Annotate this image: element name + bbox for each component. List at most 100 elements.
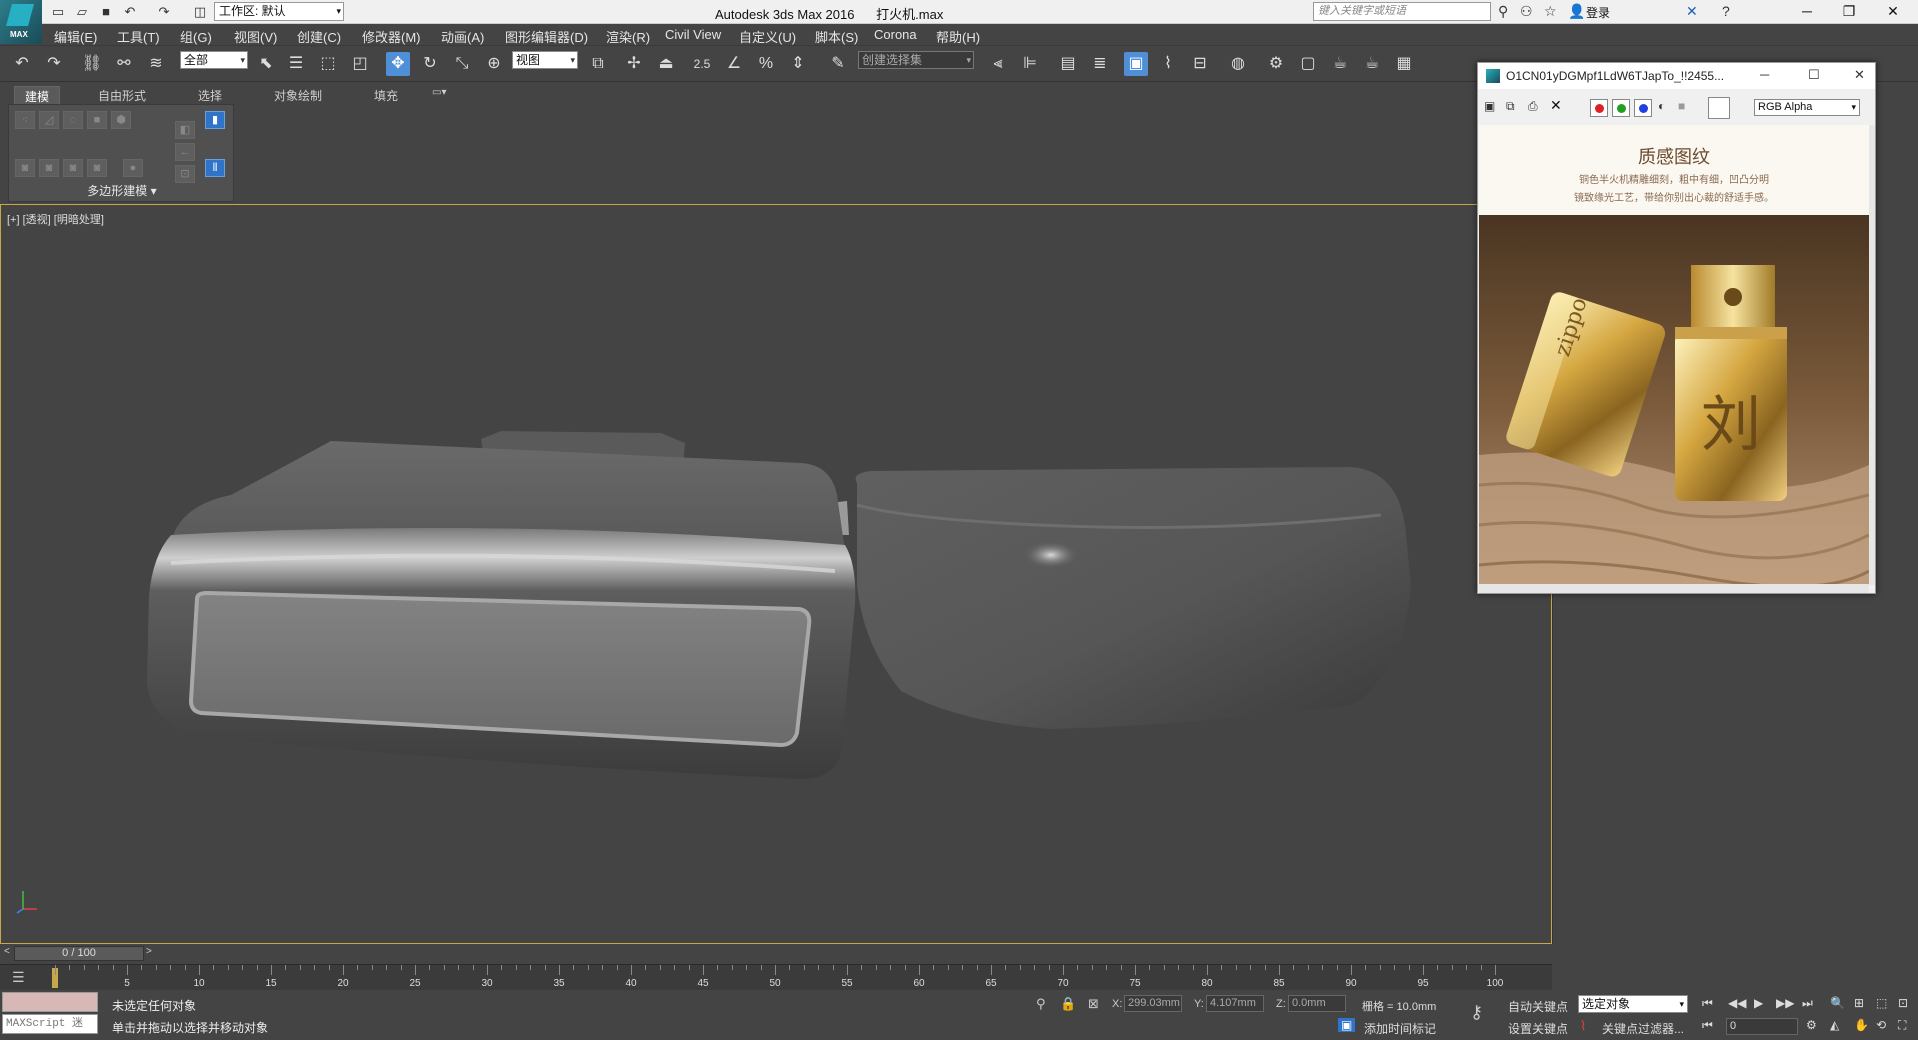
time-slider-prev-arrow[interactable]: <	[4, 946, 10, 957]
named-selection-sets-dropdown[interactable]: 创建选择集 ▾	[858, 51, 974, 69]
select-by-name-icon[interactable]: ☰	[284, 52, 308, 76]
binoculars-icon[interactable]: ⚲	[1498, 3, 1508, 20]
previous-frame-icon[interactable]: ◀◀	[1728, 996, 1746, 1010]
modify-mode-icon[interactable]: ◙	[15, 159, 35, 177]
pan-view-icon[interactable]: ✋	[1854, 1018, 1869, 1032]
maximize-icon[interactable]: ☐	[1808, 67, 1820, 83]
select-and-scale-icon[interactable]: ⤡	[450, 52, 474, 76]
rectangular-selection-icon[interactable]: ⬚	[316, 52, 340, 76]
render-iterative-icon[interactable]: ☕	[1360, 52, 1384, 76]
tab-selection[interactable]: 选择	[188, 86, 232, 105]
rendered-frame-window[interactable]: O1CN01yDGMpf1LdW6TJapTo_!!2455... ─ ☐ ✕ …	[1477, 62, 1876, 594]
menu-customize[interactable]: 自定义(U)	[739, 27, 796, 46]
mirror-icon[interactable]: ⫷	[986, 52, 1010, 76]
favorites-star-icon[interactable]: ☆	[1544, 3, 1557, 20]
track-bar[interactable]: ☰ 5 10 15 20 25 30 35 40 45 50 55 60 65 70 75 80 85 90 95 1…	[0, 964, 1552, 990]
swatch-color[interactable]	[1708, 97, 1730, 119]
help-icon[interactable]: ?	[1722, 3, 1730, 19]
rendered-frame-window-icon[interactable]: ▢	[1296, 52, 1320, 76]
layer-manager-icon[interactable]: ≣	[1088, 52, 1112, 76]
menu-animation[interactable]: 动画(A)	[441, 27, 484, 46]
frame-window-titlebar[interactable]: O1CN01yDGMpf1LdW6TJapTo_!!2455... ─ ☐ ✕	[1478, 63, 1875, 89]
keyboard-shortcut-override-icon[interactable]: ⏏	[654, 52, 678, 76]
select-manipulate-icon[interactable]: ✢	[622, 52, 646, 76]
go-to-start-icon[interactable]: ⏮	[1702, 996, 1713, 1011]
workspace-dropdown[interactable]: 工作区: 默认 ▾	[214, 2, 344, 21]
render-setup-icon[interactable]: ⚙	[1264, 52, 1288, 76]
green-channel-toggle[interactable]	[1612, 99, 1630, 117]
menu-scripting[interactable]: 脚本(S)	[815, 27, 858, 46]
show-cage-icon[interactable]: ◙	[87, 159, 107, 177]
lighter-3d-model[interactable]	[1, 205, 1551, 943]
border-icon[interactable]: ◌	[63, 111, 83, 129]
redo-icon[interactable]: ↷	[156, 4, 172, 19]
print-image-icon[interactable]: ⎙	[1528, 99, 1538, 114]
select-and-place-icon[interactable]: ⊕	[482, 52, 506, 76]
preserve-uvs-icon[interactable]: ◙	[39, 159, 59, 177]
menu-edit[interactable]: 编辑(E)	[54, 27, 97, 46]
monochrome-icon[interactable]: ◐	[1658, 99, 1665, 113]
layer-explorer-icon[interactable]: ▤	[1056, 52, 1080, 76]
maxscript-input[interactable]: MAXScript 迷	[2, 1014, 98, 1034]
menu-tools[interactable]: 工具(T)	[117, 27, 160, 46]
maxscript-mini-listener[interactable]	[2, 992, 98, 1012]
minimize-icon[interactable]: ─	[1760, 67, 1769, 82]
zoom-extents-icon[interactable]: ⬚	[1876, 996, 1887, 1010]
detach-icon[interactable]: ⊡	[175, 165, 195, 183]
menu-corona[interactable]: Corona	[874, 27, 917, 42]
menu-create[interactable]: 创建(C)	[297, 27, 341, 46]
blue-channel-toggle[interactable]	[1634, 99, 1652, 117]
maximize-viewport-icon[interactable]: ⛶	[1898, 1018, 1906, 1033]
modifier-list-icon[interactable]: ⫴	[205, 159, 225, 177]
align-icon[interactable]: ⊫	[1018, 52, 1042, 76]
set-keys-key-icon[interactable]: ⚷	[1470, 1002, 1483, 1023]
orbit-icon[interactable]: ⟲	[1876, 1018, 1886, 1032]
open-file-icon[interactable]: ▱	[74, 4, 90, 19]
polygon-icon[interactable]: ■	[87, 111, 107, 129]
element-icon[interactable]: ⬢	[111, 111, 131, 129]
exchange-apps-icon[interactable]: ✕	[1686, 3, 1698, 20]
undo-icon[interactable]: ↶	[122, 4, 138, 19]
close-window-button[interactable]: ✕	[1872, 0, 1914, 24]
select-and-rotate-icon[interactable]: ↻	[418, 52, 442, 76]
key-filters-button[interactable]: 关键点过滤器...	[1602, 1020, 1684, 1037]
render-production-icon[interactable]: ☕	[1328, 52, 1352, 76]
material-editor-icon[interactable]: ◍	[1226, 52, 1250, 76]
minimize-window-button[interactable]: ─	[1786, 0, 1828, 24]
y-coord-field[interactable]: 4.107mm	[1206, 995, 1264, 1012]
select-object-icon[interactable]: ⬉	[254, 52, 278, 76]
time-slider-next-arrow[interactable]: >	[146, 946, 152, 957]
auto-key-button[interactable]: 自动关键点	[1508, 998, 1568, 1015]
channel-display-dropdown[interactable]: RGB Alpha ▾	[1754, 99, 1860, 116]
key-mode-toggle-icon[interactable]: ⏮	[1702, 1018, 1713, 1033]
ribbon-group-label[interactable]: 多边形建模 ▾	[9, 182, 235, 199]
go-to-end-icon[interactable]: ⏭	[1802, 996, 1813, 1011]
redo-icon[interactable]: ↷	[42, 52, 66, 76]
x-coord-field[interactable]: 299.03mm	[1124, 995, 1182, 1012]
toggle-ribbon-icon[interactable]: ▣	[1124, 52, 1148, 76]
zoom-extents-all-icon[interactable]: ⊡	[1898, 996, 1908, 1010]
ribbon-options-icon[interactable]: ▭▾	[422, 86, 456, 99]
menu-graph-editors[interactable]: 图形编辑器(D)	[505, 27, 588, 46]
maximize-window-button[interactable]: ❐	[1828, 0, 1870, 24]
edge-icon[interactable]: ◿	[39, 111, 59, 129]
next-frame-icon[interactable]: ▶▶	[1776, 996, 1794, 1010]
key-selection-dropdown[interactable]: 选定对象 ▾	[1578, 995, 1688, 1013]
selection-filter-dropdown[interactable]: 全部 ▾	[180, 51, 248, 69]
red-channel-toggle[interactable]	[1590, 99, 1608, 117]
new-file-icon[interactable]: ▭	[50, 4, 66, 19]
frame-window-vertical-scrollbar[interactable]	[1869, 125, 1875, 585]
save-image-icon[interactable]: ▣	[1484, 99, 1495, 113]
zoom-icon[interactable]: 🔍	[1830, 996, 1845, 1010]
menu-modifiers[interactable]: 修改器(M)	[362, 27, 421, 46]
zoom-all-icon[interactable]: ⊞	[1854, 996, 1864, 1010]
tab-freeform[interactable]: 自由形式	[88, 86, 156, 105]
add-time-tag-button[interactable]: 添加时间标记	[1364, 1020, 1436, 1037]
unlink-icon[interactable]: ⚯	[112, 52, 136, 76]
close-icon[interactable]: ✕	[1854, 67, 1865, 83]
clear-background-icon[interactable]: ■	[1678, 99, 1685, 113]
login-link[interactable]: 登录	[1586, 4, 1610, 21]
schematic-view-icon[interactable]: ⊟	[1188, 52, 1212, 76]
mini-curve-editor-icon[interactable]: ☰	[12, 969, 25, 986]
z-coord-field[interactable]: 0.0mm	[1288, 995, 1346, 1012]
